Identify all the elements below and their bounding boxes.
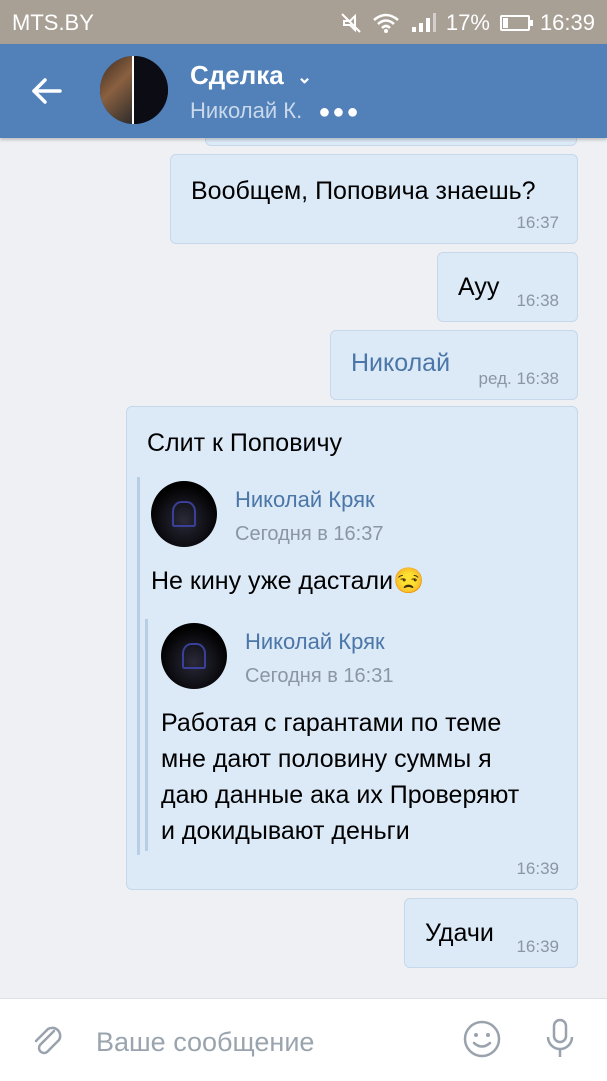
nested-date: Сегодня в 16:31 — [245, 665, 394, 687]
chat-title-block[interactable]: Сделка ⌄ — [190, 60, 312, 91]
clock: 16:39 — [539, 10, 595, 35]
message-time: ред. 16:38 — [478, 369, 559, 388]
forward-bar — [137, 477, 140, 855]
message-input[interactable]: Ваше сообщение — [96, 1027, 314, 1058]
nested-text-line: Работая с гарантами по теме — [161, 709, 502, 737]
message-time: 16:37 — [516, 213, 559, 232]
message-time: 16:39 — [516, 859, 559, 878]
typing-user: Николай К. — [190, 98, 303, 123]
status-icons: 17% 16:39 — [340, 10, 595, 36]
message-bubble[interactable]: Николай ред. 16:38 — [330, 330, 578, 400]
mute-icon — [341, 13, 361, 33]
message-text: Удачи — [425, 919, 494, 947]
chat-subtitle: Николай К. ●●● — [190, 98, 361, 124]
chat-title: Сделка — [190, 60, 284, 90]
message-bubble[interactable]: Вообщем, Поповича знаешь? 16:37 — [170, 154, 578, 244]
chat-header: Сделка ⌄ Николай К. ●●● — [0, 44, 607, 138]
carrier-label: MTS.BY — [12, 10, 94, 35]
nested-author-name[interactable]: Николай Кряк — [245, 629, 385, 655]
message-list[interactable]: Вообщем, Поповича знаешь? 16:37 Ауу 16:3… — [0, 138, 607, 998]
nested-text-line: и докидывают деньги — [161, 817, 410, 845]
unamused-face-icon: 😒 — [393, 567, 425, 595]
typing-indicator-icon: ●●● — [318, 101, 361, 123]
message-bubble[interactable]: Удачи 16:39 — [404, 898, 578, 968]
message-bubble-partial[interactable] — [205, 138, 577, 146]
message-time: 16:38 — [516, 291, 559, 310]
forwarded-author-avatar[interactable] — [151, 481, 217, 547]
signal-icon — [411, 13, 436, 32]
forwarded-author-name[interactable]: Николай Кряк — [235, 487, 375, 513]
attach-icon[interactable] — [28, 1021, 66, 1059]
battery-percent: 17% — [445, 10, 490, 35]
emoji-icon[interactable] — [462, 1019, 502, 1059]
battery-icon — [499, 15, 533, 31]
nested-text-line: мне дают половину суммы я — [161, 745, 492, 773]
microphone-icon[interactable] — [540, 1017, 580, 1061]
forwarded-date: Сегодня в 16:37 — [235, 523, 384, 545]
message-text: Ауу — [458, 273, 500, 301]
mention-link[interactable]: Николай — [351, 349, 450, 378]
chat-avatar[interactable] — [100, 56, 168, 124]
status-bar: MTS.BY 17% 16:39 — [0, 0, 607, 44]
back-arrow-icon[interactable] — [30, 74, 64, 108]
message-time: 16:39 — [516, 937, 559, 956]
nested-text-line: даю данные ака их Проверяют — [161, 781, 520, 809]
message-composer: Ваше сообщение — [0, 998, 607, 1081]
message-text: Вообщем, Поповича знаешь? — [191, 177, 536, 205]
message-bubble[interactable]: Ауу 16:38 — [437, 252, 578, 322]
message-text: Слит к Поповичу — [147, 429, 342, 457]
forwarded-text: Не кину уже дастали😒 — [151, 567, 425, 595]
nested-author-avatar[interactable] — [161, 623, 227, 689]
nested-forward-bar — [145, 619, 148, 851]
message-bubble-forwarded[interactable]: Слит к Поповичу Николай Кряк Сегодня в 1… — [126, 406, 578, 890]
chevron-down-icon: ⌄ — [296, 66, 313, 87]
wifi-icon — [373, 13, 399, 33]
